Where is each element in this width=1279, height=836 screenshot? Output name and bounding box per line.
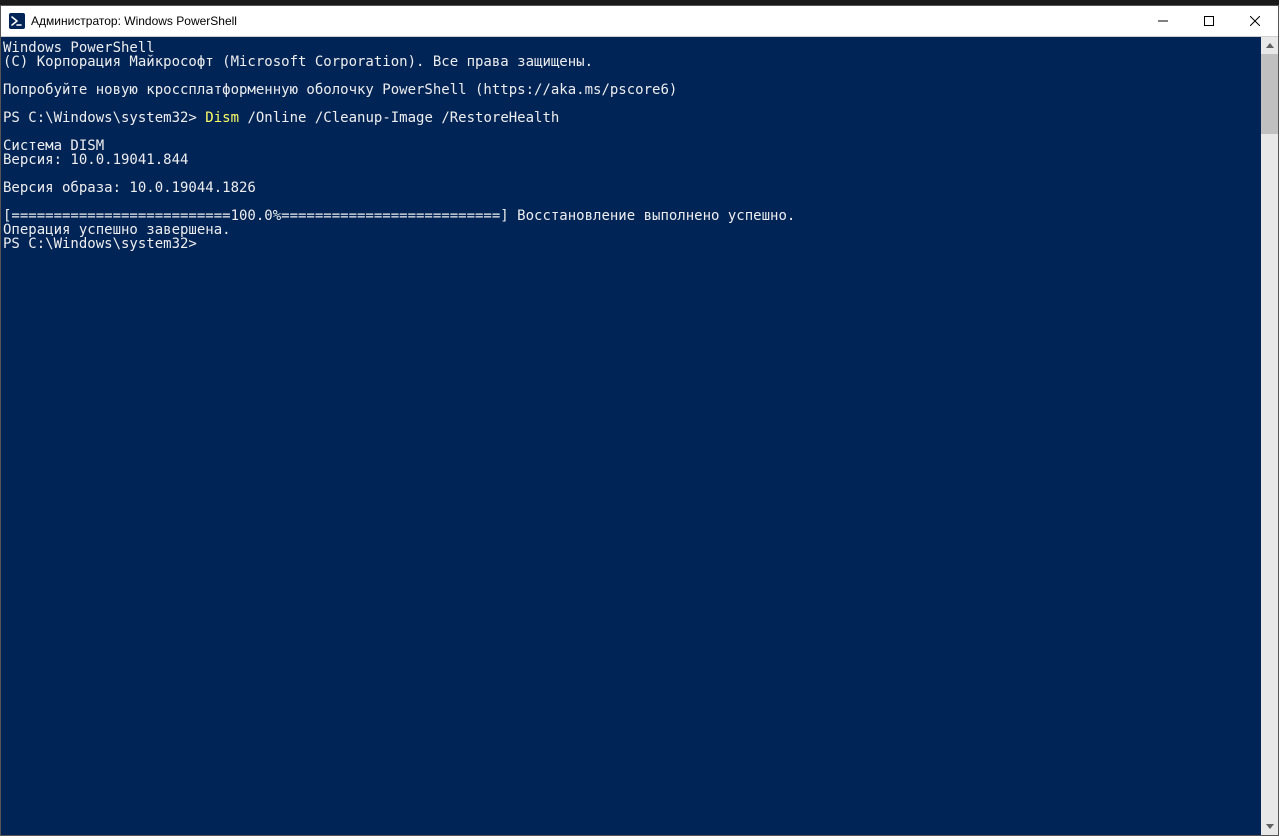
prompt-prefix: PS C:\Windows\system32> [3, 110, 205, 126]
minimize-icon [1158, 16, 1168, 26]
command-name: Dism [205, 110, 247, 126]
console-area: Windows PowerShell(C) Корпорация Майкрос… [1, 37, 1278, 835]
console-line: Cистема DISM [3, 139, 1257, 153]
console-prompt-line: PS C:\Windows\system32> [3, 237, 1257, 251]
chevron-down-icon [1266, 824, 1274, 829]
console-output[interactable]: Windows PowerShell(C) Корпорация Майкрос… [1, 37, 1261, 835]
console-line [3, 125, 1257, 139]
window-controls [1140, 6, 1278, 36]
chevron-up-icon [1266, 43, 1274, 48]
console-line [3, 97, 1257, 111]
titlebar[interactable]: Администратор: Windows PowerShell [1, 6, 1278, 37]
scroll-up-button[interactable] [1261, 37, 1278, 54]
close-icon [1250, 16, 1260, 26]
window-title: Администратор: Windows PowerShell [31, 14, 1140, 28]
console-line [3, 195, 1257, 209]
console-line: Windows PowerShell [3, 41, 1257, 55]
console-line: Операция успешно завершена. [3, 223, 1257, 237]
console-progress-line: [==========================100.0%=======… [3, 209, 1257, 223]
close-button[interactable] [1232, 6, 1278, 36]
maximize-button[interactable] [1186, 6, 1232, 36]
console-line [3, 69, 1257, 83]
command-args: /Online /Cleanup-Image /RestoreHealth [247, 110, 559, 126]
scroll-down-button[interactable] [1261, 818, 1278, 835]
console-line: (C) Корпорация Майкрософт (Microsoft Cor… [3, 55, 1257, 69]
console-line: Попробуйте новую кроссплатформенную обол… [3, 83, 1257, 97]
console-prompt-line: PS C:\Windows\system32> Dism /Online /Cl… [3, 111, 1257, 125]
console-line: Версия образа: 10.0.19044.1826 [3, 181, 1257, 195]
console-line: Версия: 10.0.19041.844 [3, 153, 1257, 167]
powershell-window: Администратор: Windows PowerShell Windo [0, 5, 1279, 836]
scroll-thumb[interactable] [1261, 54, 1278, 134]
vertical-scrollbar[interactable] [1261, 37, 1278, 835]
minimize-button[interactable] [1140, 6, 1186, 36]
powershell-icon [9, 13, 25, 29]
maximize-icon [1204, 16, 1214, 26]
console-line [3, 167, 1257, 181]
